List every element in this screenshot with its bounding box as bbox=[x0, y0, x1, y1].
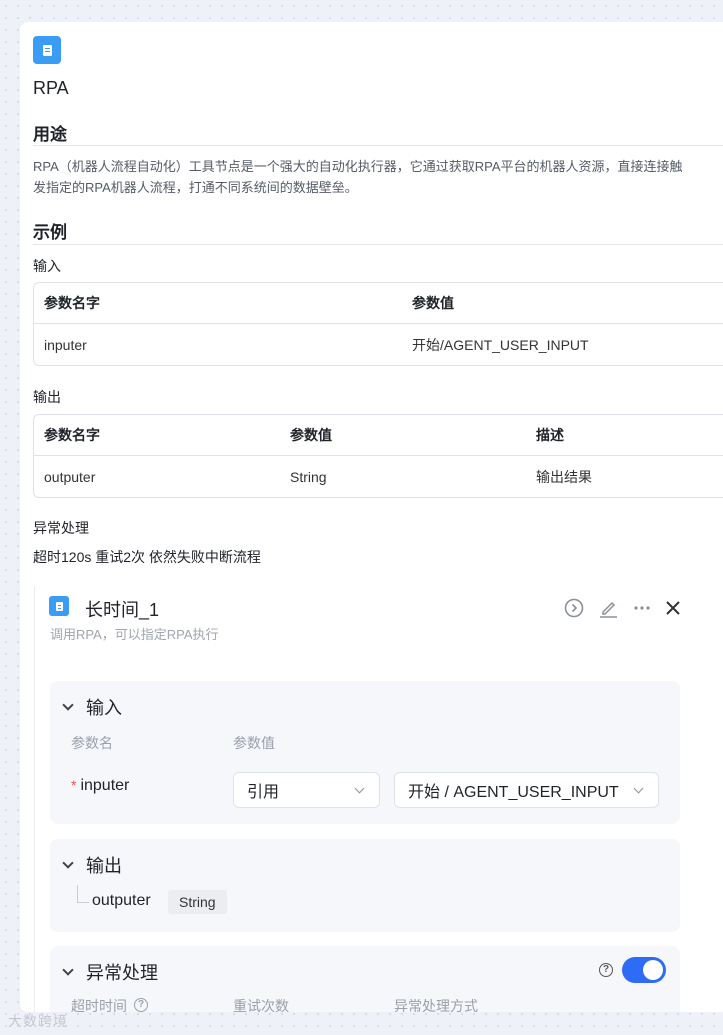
purpose-heading: 用途 bbox=[33, 125, 67, 144]
purpose-line-2: 发指定的RPA机器人流程，打通不同系统间的数据壁垒。 bbox=[33, 180, 358, 195]
divider bbox=[33, 145, 723, 146]
table-header-row: 参数名字 参数值 bbox=[34, 283, 723, 324]
node-title[interactable]: 长时间_1 bbox=[85, 596, 159, 622]
help-icon[interactable]: ? bbox=[134, 998, 148, 1012]
ref-value-select[interactable]: 开始 / AGENT_USER_INPUT bbox=[394, 772, 659, 808]
ref-type-select[interactable]: 引用 bbox=[233, 772, 380, 808]
output-param-type-tag: String bbox=[168, 890, 227, 914]
table-cell: 开始/AGENT_USER_INPUT bbox=[412, 336, 589, 353]
output-section-header[interactable]: 输出 bbox=[62, 852, 122, 878]
table-cell: outputer bbox=[44, 468, 96, 485]
purpose-description: RPA（机器人流程自动化）工具节点是一个强大的自动化执行器，它通过获取RPA平台… bbox=[33, 156, 723, 198]
param-value-column-label: 参数值 bbox=[233, 735, 275, 751]
chevron-down-icon bbox=[62, 856, 74, 869]
run-icon[interactable] bbox=[563, 597, 585, 619]
output-param-type-wrap: String bbox=[168, 890, 227, 914]
exception-section-header[interactable]: 异常处理 bbox=[62, 959, 158, 985]
input-section-header[interactable]: 输入 bbox=[62, 694, 122, 720]
table-cell: 输出结果 bbox=[536, 468, 592, 485]
ref-value: 开始 / AGENT_USER_INPUT bbox=[408, 784, 619, 801]
table-header-cell: 参数值 bbox=[290, 427, 332, 443]
tree-connector bbox=[77, 885, 89, 903]
exception-label: 异常处理 bbox=[33, 520, 89, 536]
node-config-panel: 长时间_1 调用RPA，可以指定RPA执行 输入 参数名 参数值 * inpute… bbox=[34, 586, 716, 1012]
ref-type-value: 引用 bbox=[247, 784, 280, 801]
table-header-row: 参数名字 参数值 描述 bbox=[34, 415, 723, 456]
input-section-title: 输入 bbox=[86, 698, 122, 718]
exception-toggle[interactable] bbox=[622, 957, 666, 983]
table-row: inputer 开始/AGENT_USER_INPUT bbox=[34, 324, 723, 365]
table-header-cell: 描述 bbox=[536, 427, 564, 443]
divider bbox=[33, 244, 723, 245]
param-name-text: inputer bbox=[80, 777, 130, 794]
mode-column-label: 异常处理方式 bbox=[394, 998, 478, 1012]
exception-section-title: 异常处理 bbox=[86, 963, 158, 983]
table-header-cell: 参数名字 bbox=[44, 295, 100, 311]
purpose-line-1: RPA（机器人流程自动化）工具节点是一个强大的自动化执行器，它通过获取RPA平台… bbox=[33, 159, 683, 174]
output-param-name: outputer bbox=[92, 892, 151, 909]
input-section: 输入 参数名 参数值 * inputer 引用 开始 / AGENT_USER_I… bbox=[50, 681, 680, 824]
output-label: 输出 bbox=[33, 389, 61, 405]
table-cell: inputer bbox=[44, 336, 87, 353]
exception-section: 异常处理 ? 超时时间 ? 重试次数 异常处理方式 bbox=[50, 946, 680, 1012]
required-mark: * bbox=[71, 777, 77, 793]
edit-icon[interactable] bbox=[597, 597, 619, 619]
close-icon[interactable] bbox=[662, 597, 684, 619]
document-icon bbox=[33, 36, 61, 64]
table-header-cell: 参数值 bbox=[412, 295, 454, 311]
timeout-column-label: 超时时间 bbox=[71, 996, 127, 1012]
chevron-down-icon bbox=[62, 698, 74, 711]
output-section: 输出 outputer String bbox=[50, 839, 680, 932]
content-card: RPA 用途 RPA（机器人流程自动化）工具节点是一个强大的自动化执行器，它通过… bbox=[20, 22, 723, 1012]
exception-text: 超时120s 重试2次 依然失败中断流程 bbox=[33, 549, 261, 565]
table-row: outputer String 输出结果 bbox=[34, 456, 723, 497]
watermark: 大数跨境 bbox=[8, 1011, 68, 1031]
watermark-text: 大数跨境 bbox=[8, 1013, 68, 1029]
table-cell: String bbox=[290, 468, 327, 485]
chevron-down-icon bbox=[354, 783, 365, 794]
document-icon bbox=[49, 596, 69, 616]
param-name-column-label: 参数名 bbox=[71, 735, 113, 751]
input-label: 输入 bbox=[33, 258, 61, 274]
more-icon[interactable] bbox=[631, 597, 653, 619]
chevron-down-icon bbox=[62, 963, 74, 976]
table-header-cell: 参数名字 bbox=[44, 427, 100, 443]
timeout-label-text: 超时时间 bbox=[71, 998, 127, 1012]
input-param-name: * inputer bbox=[71, 777, 129, 795]
app-title: RPA bbox=[33, 78, 69, 98]
example-heading: 示例 bbox=[33, 223, 67, 242]
help-icon[interactable]: ? bbox=[599, 963, 613, 977]
input-table: 参数名字 参数值 inputer 开始/AGENT_USER_INPUT bbox=[33, 282, 723, 366]
output-table: 参数名字 参数值 描述 outputer String 输出结果 bbox=[33, 414, 723, 498]
chevron-down-icon bbox=[633, 783, 644, 794]
retry-column-label: 重试次数 bbox=[233, 998, 289, 1012]
output-section-title: 输出 bbox=[86, 856, 122, 876]
node-subtitle: 调用RPA，可以指定RPA执行 bbox=[50, 627, 219, 642]
